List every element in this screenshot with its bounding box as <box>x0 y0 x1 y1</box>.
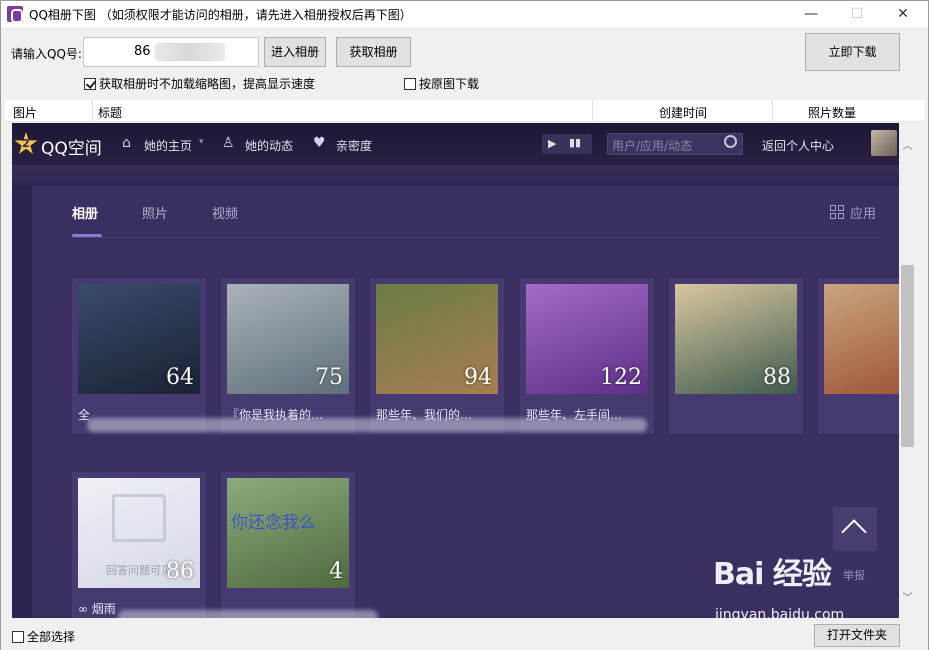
album-card[interactable]: 122 那些年、左手间… <box>520 278 654 434</box>
original-size-option[interactable]: 按原图下载 <box>404 75 479 92</box>
album-card[interactable]: 64 全 <box>72 278 206 434</box>
column-separator <box>92 100 93 122</box>
avatar[interactable] <box>871 130 897 156</box>
title-mask <box>118 610 378 618</box>
search-icon[interactable] <box>724 135 737 148</box>
column-created-time[interactable]: 创建时间 <box>659 104 707 121</box>
column-separator <box>772 100 773 122</box>
album-photo-count: 64 <box>166 365 194 390</box>
chevron-down-icon[interactable]: ▾ <box>199 137 204 147</box>
album-card[interactable]: 几许悲 <box>818 278 899 434</box>
column-separator <box>592 100 593 122</box>
select-all-checkbox[interactable] <box>12 630 24 643</box>
album-cover-image[interactable]: 你还念我么 4 <box>227 478 349 588</box>
album-photo-count: 122 <box>600 365 642 390</box>
title-mask <box>87 418 647 432</box>
select-all-label: 全部选择 <box>27 630 76 644</box>
album-cover-caption: 你还念我么 <box>231 513 316 533</box>
download-now-button[interactable]: 立即下载 <box>805 33 900 71</box>
album-cover-image[interactable]: 122 <box>526 284 648 394</box>
column-photo-count[interactable]: 照片数量 <box>808 104 856 121</box>
album-card[interactable]: 75 『你是我执着的… <box>221 278 355 434</box>
tab-photos[interactable]: 照片 <box>142 203 168 222</box>
title-bar: QQ相册下图 （如须权限才能访问的相册，请先进入相册授权后再下图） — ☐ ✕ <box>1 1 928 27</box>
tab-videos[interactable]: 视频 <box>212 203 238 222</box>
app-window: QQ相册下图 （如须权限才能访问的相册，请先进入相册授权后再下图） — ☐ ✕ … <box>0 0 929 650</box>
qzone-header-band <box>12 165 899 187</box>
placeholder-image-icon <box>112 494 166 542</box>
heart-icon: ♥ <box>313 135 326 151</box>
album-cover-image[interactable]: 回答问题可见 86 <box>78 478 200 588</box>
select-all-option[interactable]: 全部选择 <box>12 628 75 645</box>
qzone-topbar: 2 QQ空间 ⌂ 她的主页 ▾ ♙ 她的动态 ♥ 亲密度 ▶ ▮▮ 用户/应用/… <box>12 123 899 165</box>
no-thumbnail-checkbox[interactable] <box>84 77 96 90</box>
media-player-controls[interactable]: ▶ ▮▮ <box>542 134 592 154</box>
home-icon: ⌂ <box>122 135 131 151</box>
apps-link[interactable]: 应用 <box>850 203 876 222</box>
qq-number-label: 请输入QQ号: <box>11 47 82 61</box>
album-photo-count: 75 <box>315 365 343 390</box>
album-card[interactable]: 回答问题可见 86 ∞ 烟雨 <box>72 472 206 618</box>
scroll-up-icon[interactable]: ︿ <box>901 137 914 153</box>
app-icon <box>7 6 23 23</box>
album-title[interactable]: 几许悲 <box>824 406 899 423</box>
get-albums-button[interactable]: 获取相册 <box>336 37 411 67</box>
baidu-watermark: Bai 经验 jingyan.baidu.com <box>713 549 903 629</box>
scroll-to-top-button[interactable] <box>833 507 877 551</box>
album-photo-count: 4 <box>329 559 343 584</box>
album-photo-count: 86 <box>166 559 194 584</box>
nav-intimacy[interactable]: 亲密度 <box>336 137 372 154</box>
album-card[interactable]: 94 那些年、我们的… <box>370 278 504 434</box>
album-cover-image[interactable]: 88 <box>675 284 797 394</box>
album-card[interactable]: 88 <box>669 278 803 434</box>
album-locked-hint: 回答问题可见 <box>106 564 172 577</box>
play-icon[interactable]: ▶ <box>548 137 556 150</box>
window-title: QQ相册下图 （如须权限才能访问的相册，请先进入相册授权后再下图） <box>29 8 412 22</box>
album-photo-count: 88 <box>763 365 791 390</box>
album-card[interactable]: 你还念我么 4 <box>221 472 355 618</box>
album-photo-count: 94 <box>464 365 492 390</box>
qzone-search-input[interactable]: 用户/应用/动态 <box>607 133 743 155</box>
qzone-logo-text[interactable]: QQ空间 <box>41 134 102 159</box>
watermark-url: jingyan.baidu.com <box>715 607 845 623</box>
no-thumbnail-option[interactable]: 获取相册时不加载缩略图，提高显示速度 <box>84 75 315 92</box>
close-button[interactable]: ✕ <box>880 1 926 27</box>
nav-her-feeds[interactable]: 她的动态 <box>245 137 293 154</box>
tab-divider <box>72 237 880 238</box>
minimize-button[interactable]: — <box>788 1 834 27</box>
browser-vertical-scrollbar[interactable]: ︿ ﹀ <box>899 123 916 618</box>
column-title[interactable]: 标题 <box>98 104 122 121</box>
qzone-logo-badge: 2 <box>22 137 30 150</box>
column-image[interactable]: 图片 <box>13 104 37 121</box>
original-size-label: 按原图下载 <box>419 77 480 91</box>
enter-album-button[interactable]: 进入相册 <box>264 37 326 67</box>
back-to-personal-center-link[interactable]: 返回个人中心 <box>762 137 834 154</box>
tab-albums[interactable]: 相册 <box>72 203 98 222</box>
scrollbar-thumb[interactable] <box>901 265 914 447</box>
watermark-logo: Bai 经验 <box>713 557 832 592</box>
album-cover-image[interactable]: 64 <box>78 284 200 394</box>
qq-number-mask <box>155 43 225 61</box>
embedded-qzone-browser: 2 QQ空间 ⌂ 她的主页 ▾ ♙ 她的动态 ♥ 亲密度 ▶ ▮▮ 用户/应用/… <box>12 123 899 618</box>
equalizer-icon[interactable]: ▮▮ <box>569 136 581 149</box>
nav-her-homepage[interactable]: 她的主页 <box>144 137 192 154</box>
person-icon: ♙ <box>222 135 235 151</box>
maximize-button[interactable]: ☐ <box>834 1 880 27</box>
original-size-checkbox[interactable] <box>404 77 416 90</box>
no-thumbnail-label: 获取相册时不加载缩略图，提高显示速度 <box>99 77 316 91</box>
album-cover-image[interactable]: 75 <box>227 284 349 394</box>
album-cover-image[interactable] <box>824 284 899 394</box>
album-list-header: 图片 标题 创建时间 照片数量 <box>5 100 925 122</box>
apps-grid-icon[interactable] <box>830 205 845 220</box>
album-cover-image[interactable]: 94 <box>376 284 498 394</box>
